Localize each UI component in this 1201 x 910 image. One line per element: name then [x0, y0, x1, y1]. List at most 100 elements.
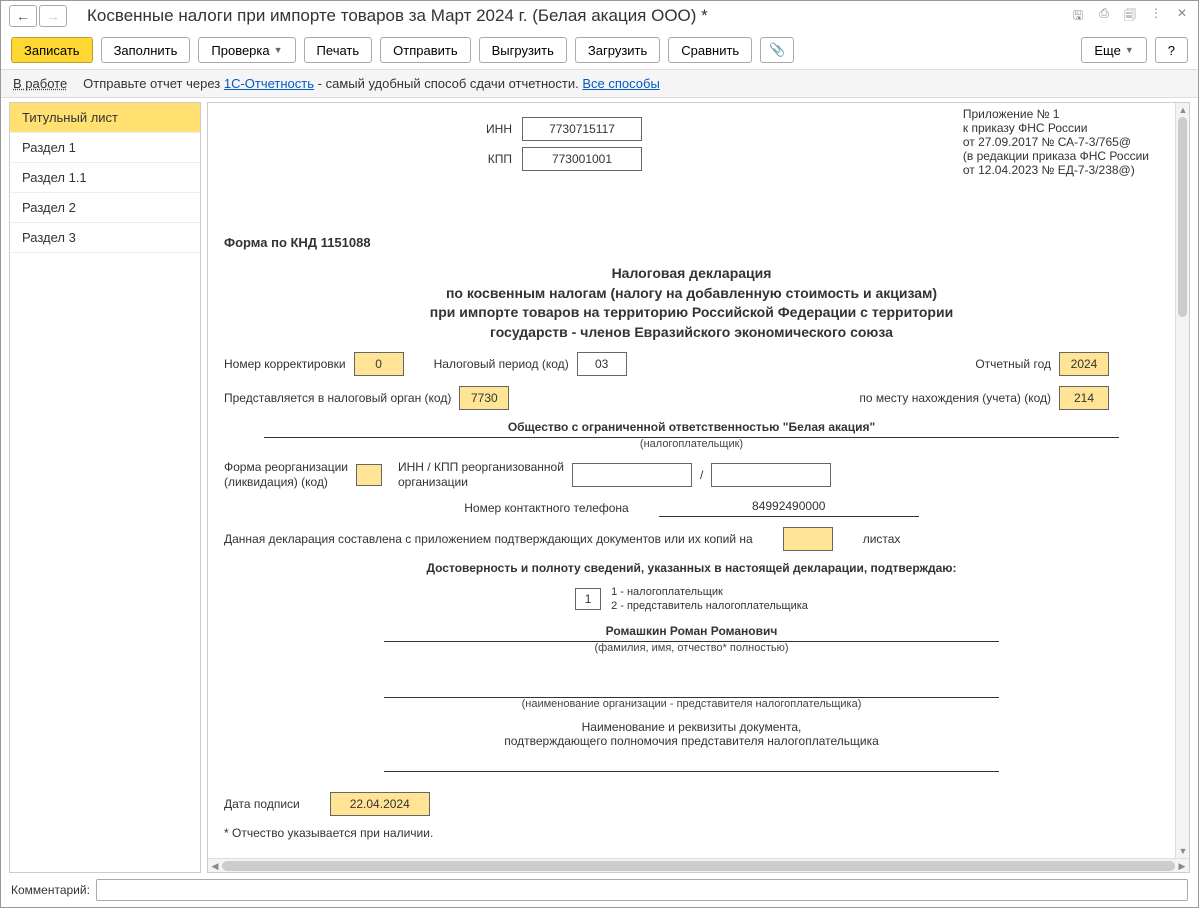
reorg-form-field[interactable]: [356, 464, 382, 486]
params-row-2: Представляется в налоговый орган (код) 7…: [224, 386, 1159, 410]
document-scroll[interactable]: Приложение № 1 к приказу ФНС России от 2…: [208, 103, 1189, 858]
repr-org-field[interactable]: [384, 684, 999, 698]
forward-button[interactable]: →: [39, 5, 67, 27]
sign-date-row: Дата подписи 22.04.2024: [224, 792, 1159, 816]
place-field[interactable]: 214: [1059, 386, 1109, 410]
toolbar: Записать Заполнить Проверка▼ Печать Отпр…: [1, 31, 1198, 69]
comment-label: Комментарий:: [11, 883, 90, 897]
link-1c-reporting[interactable]: 1С-Отчетность: [224, 76, 314, 91]
scroll-up-icon[interactable]: ▲: [1176, 103, 1190, 117]
footnote: * Отчество указывается при наличии.: [224, 826, 1159, 840]
scroll-down-icon[interactable]: ▼: [1176, 844, 1190, 858]
close-icon[interactable]: ✕: [1174, 6, 1190, 27]
more-button[interactable]: Еще▼: [1081, 37, 1146, 63]
scroll-left-icon[interactable]: ◀: [208, 859, 222, 873]
hscroll-thumb[interactable]: [222, 861, 1175, 871]
inn-label: ИНН: [462, 122, 512, 136]
documents-row: Данная декларация составлена с приложени…: [224, 527, 1159, 551]
body: Титульный лист Раздел 1 Раздел 1.1 Разде…: [1, 98, 1198, 873]
taxpayer-section: Общество с ограниченной ответственностью…: [224, 420, 1159, 450]
docs-text-2: листах: [863, 532, 901, 546]
nav-buttons: ← →: [9, 5, 67, 27]
reorg-inn-field[interactable]: [572, 463, 692, 487]
preview-icon[interactable]: 🗐: [1122, 6, 1138, 27]
chevron-down-icon: ▼: [274, 45, 283, 55]
form-knd-code: Форма по КНД 1151088: [224, 235, 1159, 250]
taxpayer-name[interactable]: Общество с ограниченной ответственностью…: [264, 420, 1119, 438]
confirm-title: Достоверность и полноту сведений, указан…: [224, 561, 1159, 575]
sidebar-item-title-page[interactable]: Титульный лист: [10, 103, 200, 133]
help-button[interactable]: ?: [1155, 37, 1188, 63]
back-button[interactable]: ←: [9, 5, 37, 27]
paperclip-icon: 📎: [769, 42, 785, 58]
sidebar-item-section-2[interactable]: Раздел 2: [10, 193, 200, 223]
confirm-row: 1 1 - налогоплательщик 2 - представитель…: [224, 585, 1159, 614]
inn-field[interactable]: 7730715117: [522, 117, 642, 141]
sign-date-field[interactable]: 22.04.2024: [330, 792, 430, 816]
sign-date-label: Дата подписи: [224, 797, 300, 811]
year-field[interactable]: 2024: [1059, 352, 1109, 376]
export-button[interactable]: Выгрузить: [479, 37, 567, 63]
compare-button[interactable]: Сравнить: [668, 37, 752, 63]
confirm-code-field[interactable]: 1: [575, 588, 601, 610]
tax-organ-field[interactable]: 7730: [459, 386, 509, 410]
send-button[interactable]: Отправить: [380, 37, 470, 63]
vertical-scrollbar[interactable]: ▲ ▼: [1175, 103, 1189, 858]
document-area: Приложение № 1 к приказу ФНС России от 2…: [207, 102, 1190, 873]
info-text: Отправьте отчет через 1С-Отчетность - са…: [83, 76, 660, 91]
year-label: Отчетный год: [975, 357, 1051, 371]
comment-input[interactable]: [96, 879, 1188, 901]
print-icon[interactable]: ⎙: [1096, 6, 1112, 27]
repr-org-section: (наименование организации - представител…: [224, 684, 1159, 710]
docs-text-1: Данная декларация составлена с приложени…: [224, 532, 753, 546]
import-button[interactable]: Загрузить: [575, 37, 660, 63]
fio-section: Ромашкин Роман Романович (фамилия, имя, …: [224, 624, 1159, 654]
kpp-label: КПП: [462, 152, 512, 166]
fill-button[interactable]: Заполнить: [101, 37, 191, 63]
print-button[interactable]: Печать: [304, 37, 373, 63]
phone-label: Номер контактного телефона: [464, 501, 628, 515]
appendix-info: Приложение № 1 к приказу ФНС России от 2…: [963, 107, 1149, 177]
chevron-down-icon: ▼: [1125, 45, 1134, 55]
title-actions: 🖫 ⎙ 🗐 ⋮ ✕: [1070, 6, 1190, 27]
doc-requisites: Наименование и реквизиты документа, подт…: [224, 720, 1159, 748]
taxpayer-caption: (налогоплательщик): [224, 438, 1159, 450]
attach-button[interactable]: 📎: [760, 37, 794, 63]
phone-row: Номер контактного телефона 84992490000: [224, 499, 1159, 517]
status-label[interactable]: В работе: [13, 76, 67, 91]
sections-sidebar: Титульный лист Раздел 1 Раздел 1.1 Разде…: [9, 102, 201, 873]
save-button[interactable]: Записать: [11, 37, 93, 63]
docs-count-field[interactable]: [783, 527, 833, 551]
fio-caption: (фамилия, имя, отчество* полностью): [224, 642, 1159, 654]
tax-organ-label: Представляется в налоговый орган (код): [224, 391, 451, 405]
check-button[interactable]: Проверка▼: [198, 37, 295, 63]
footer: Комментарий:: [1, 873, 1198, 907]
save-disk-icon[interactable]: 🖫: [1070, 6, 1086, 27]
doc-requisites-field[interactable]: [384, 758, 999, 772]
repr-org-caption: (наименование организации - представител…: [224, 698, 1159, 710]
scroll-right-icon[interactable]: ▶: [1175, 859, 1189, 873]
params-row-1: Номер корректировки 0 Налоговый период (…: [224, 352, 1159, 376]
sidebar-item-section-1-1[interactable]: Раздел 1.1: [10, 163, 200, 193]
place-label: по месту нахождения (учета) (код): [859, 391, 1051, 405]
link-all-methods[interactable]: Все способы: [582, 76, 659, 91]
sidebar-item-section-1[interactable]: Раздел 1: [10, 133, 200, 163]
info-bar: В работе Отправьте отчет через 1С-Отчетн…: [1, 69, 1198, 98]
horizontal-scrollbar[interactable]: ◀ ▶: [208, 858, 1189, 872]
window-title: Косвенные налоги при импорте товаров за …: [87, 6, 1062, 26]
phone-field[interactable]: 84992490000: [659, 499, 919, 517]
kebab-icon[interactable]: ⋮: [1148, 6, 1164, 27]
app-window: ← → Косвенные налоги при импорте товаров…: [0, 0, 1199, 908]
reorg-kpp-field[interactable]: [711, 463, 831, 487]
sidebar-item-section-3[interactable]: Раздел 3: [10, 223, 200, 253]
tax-period-field[interactable]: 03: [577, 352, 627, 376]
vscroll-thumb[interactable]: [1178, 117, 1187, 317]
fio-field[interactable]: Ромашкин Роман Романович: [384, 624, 999, 642]
correction-field[interactable]: 0: [354, 352, 404, 376]
kpp-field[interactable]: 773001001: [522, 147, 642, 171]
reorg-row: Форма реорганизации (ликвидация) (код) И…: [224, 460, 1159, 489]
correction-label: Номер корректировки: [224, 357, 346, 371]
titlebar: ← → Косвенные налоги при импорте товаров…: [1, 1, 1198, 31]
tax-period-label: Налоговый период (код): [434, 357, 569, 371]
declaration-title: Налоговая декларация по косвенным налога…: [224, 264, 1159, 342]
